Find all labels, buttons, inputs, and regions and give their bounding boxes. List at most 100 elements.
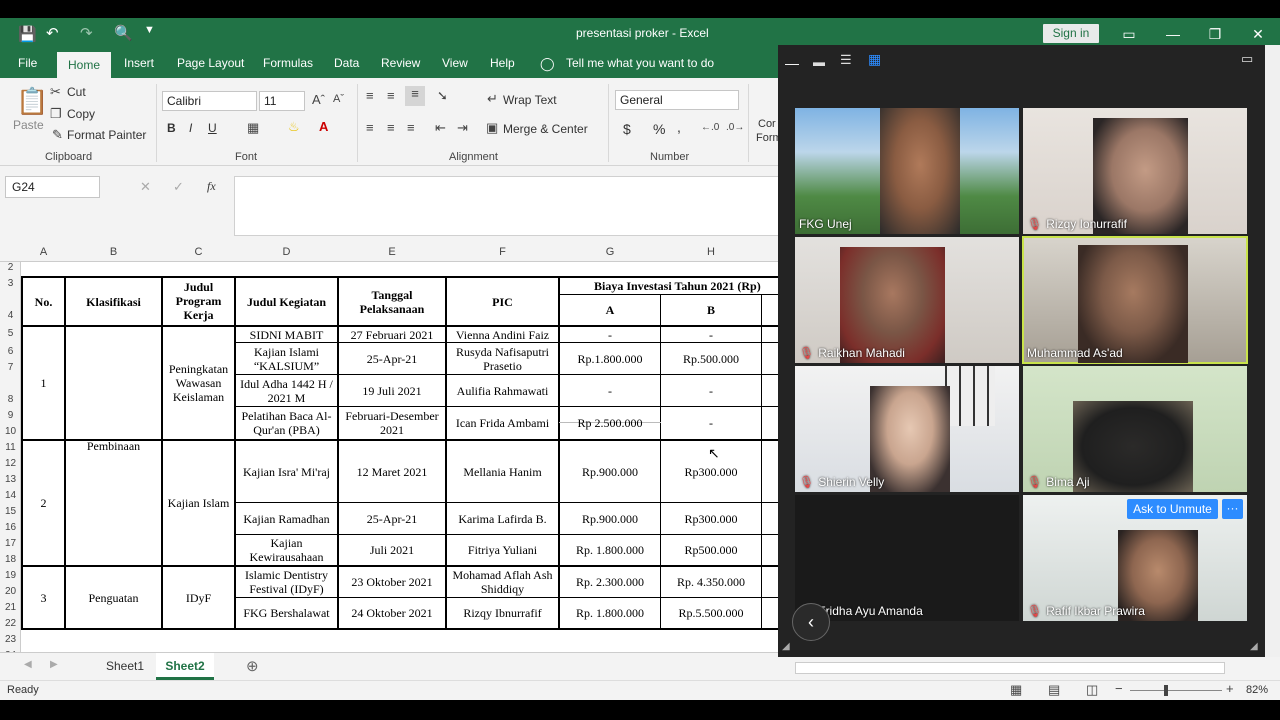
pic-cell[interactable]: Rizqy Ibnurrafif bbox=[447, 598, 558, 628]
tab-formulas[interactable]: Formulas bbox=[263, 56, 313, 70]
zoom-level[interactable]: 82% bbox=[1246, 684, 1268, 696]
biaya-b-cell[interactable]: Rp.500.000 bbox=[661, 343, 761, 374]
cancel-entry-icon[interactable]: ✕ bbox=[140, 179, 151, 195]
kegiatan-cell[interactable]: Kajian Isra' Mi'raj bbox=[236, 441, 337, 502]
kegiatan-cell[interactable]: Kajian Islami “KALSIUM” bbox=[236, 343, 337, 374]
kegiatan-cell[interactable]: Pelatihan Baca Al-Qur'an (PBA) bbox=[236, 407, 337, 439]
align-right-icon[interactable]: ≡ bbox=[407, 120, 415, 135]
align-middle-icon[interactable]: ≡ bbox=[387, 88, 395, 103]
biaya-a-cell[interactable]: Rp 2.500.000 bbox=[575, 407, 645, 439]
align-left-icon[interactable]: ≡ bbox=[366, 120, 374, 135]
row-header[interactable]: 17 bbox=[0, 538, 21, 549]
comma-button[interactable]: , bbox=[677, 119, 681, 135]
ribbon-display-icon[interactable]: ▭ bbox=[1116, 24, 1142, 44]
pic-cell[interactable]: Mohamad Aflah Ash Shiddiqy bbox=[447, 567, 558, 597]
header-a[interactable]: A bbox=[560, 295, 660, 325]
row-header[interactable]: 4 bbox=[0, 310, 21, 321]
row-header[interactable]: 22 bbox=[0, 618, 21, 629]
tab-data[interactable]: Data bbox=[334, 56, 359, 70]
redo-icon[interactable]: ↷ bbox=[80, 24, 93, 42]
tab-home[interactable]: Home bbox=[57, 52, 111, 78]
sheet-tab-sheet2[interactable]: Sheet2 bbox=[156, 653, 214, 680]
fill-color-icon[interactable]: ♨ bbox=[288, 119, 300, 135]
worksheet-grid[interactable]: A B C D E F G H 2 3 4 5 6 7 8 9 10 11 12… bbox=[0, 242, 780, 652]
biaya-a-cell[interactable]: - bbox=[560, 375, 660, 406]
increase-font-icon[interactable]: Aˆ bbox=[312, 92, 325, 107]
biaya-a-cell[interactable]: - bbox=[560, 327, 660, 342]
pic-cell[interactable]: Karima Lafirda B. bbox=[447, 503, 558, 534]
exit-minimized-icon[interactable]: ▭ bbox=[1241, 51, 1253, 67]
tanggal-cell[interactable]: 24 Oktober 2021 bbox=[339, 598, 445, 628]
biaya-a-cell[interactable]: Rp.900.000 bbox=[560, 503, 660, 534]
tanggal-cell[interactable]: Februari-Desember 2021 bbox=[339, 407, 445, 439]
column-header-c[interactable]: C bbox=[162, 246, 235, 258]
row-header[interactable]: 7 bbox=[0, 362, 21, 373]
resize-handle-icon[interactable]: ◢ bbox=[782, 641, 790, 652]
participant-video[interactable]: 🎙 Bima Aji bbox=[1023, 366, 1247, 492]
page-break-view-icon[interactable]: ◫ bbox=[1086, 682, 1098, 698]
header-no[interactable]: No. bbox=[23, 278, 64, 325]
no-cell[interactable]: 2 bbox=[23, 441, 64, 565]
tell-me-search[interactable]: Tell me what you want to do bbox=[566, 56, 714, 70]
klasifikasi-cell[interactable]: Penguatan bbox=[66, 567, 161, 628]
more-options-button[interactable]: ··· bbox=[1222, 499, 1243, 519]
row-header[interactable]: 3 bbox=[0, 278, 21, 289]
formula-input[interactable] bbox=[234, 176, 780, 236]
tanggal-cell[interactable]: 25-Apr-21 bbox=[339, 343, 445, 374]
pic-cell[interactable]: Aulifia Rahmawati bbox=[447, 375, 558, 406]
participant-video-off[interactable]: 🎙Fridha Ayu Amanda bbox=[795, 495, 1019, 621]
row-header[interactable]: 2 bbox=[0, 262, 21, 273]
header-judul-kegiatan[interactable]: Judul Kegiatan bbox=[236, 278, 337, 325]
page-layout-view-icon[interactable]: ▤ bbox=[1048, 682, 1060, 698]
format-painter-button[interactable]: Format Painter bbox=[67, 128, 146, 142]
biaya-b-cell[interactable]: Rp. 4.350.000 bbox=[661, 567, 761, 597]
customize-toolbar-icon[interactable]: ▼ bbox=[144, 24, 155, 36]
tab-view[interactable]: View bbox=[442, 56, 468, 70]
column-header-d[interactable]: D bbox=[235, 246, 338, 258]
klasifikasi-cell[interactable]: Pembinaan bbox=[66, 327, 161, 565]
confirm-entry-icon[interactable]: ✓ bbox=[173, 179, 184, 195]
participant-video[interactable]: 🎙 Raikhan Mahadi bbox=[795, 237, 1019, 363]
biaya-b-cell[interactable]: Rp.5.500.000 bbox=[661, 598, 761, 628]
font-size-select[interactable]: 11 bbox=[259, 91, 305, 111]
add-sheet-icon[interactable]: ⊕ bbox=[246, 657, 259, 675]
biaya-a-cell[interactable]: Rp. 1.800.000 bbox=[560, 535, 660, 565]
pic-cell[interactable]: Vienna Andini Faiz bbox=[447, 327, 558, 342]
orientation-icon[interactable]: ➘ bbox=[437, 88, 448, 104]
row-header[interactable]: 18 bbox=[0, 554, 21, 565]
scroll-right-icon[interactable]: ▶ bbox=[50, 659, 58, 670]
wrap-text-button[interactable]: Wrap Text bbox=[503, 93, 557, 107]
column-header-f[interactable]: F bbox=[446, 246, 559, 258]
tab-file[interactable]: File bbox=[18, 56, 37, 70]
row-header[interactable]: 10 bbox=[0, 426, 21, 437]
kegiatan-cell[interactable]: Idul Adha 1442 H / 2021 M bbox=[236, 375, 337, 406]
normal-view-icon[interactable]: ▦ bbox=[1010, 682, 1022, 698]
percent-button[interactable]: % bbox=[653, 121, 665, 137]
biaya-b-cell[interactable]: Rp300.000 bbox=[661, 503, 761, 534]
tanggal-cell[interactable]: Juli 2021 bbox=[339, 535, 445, 565]
column-header-g[interactable]: G bbox=[559, 246, 661, 258]
row-header[interactable]: 11 bbox=[0, 442, 21, 453]
row-header[interactable]: 6 bbox=[0, 346, 21, 357]
kegiatan-cell[interactable]: Islamic Dentistry Festival (IDyF) bbox=[236, 567, 337, 597]
kegiatan-cell[interactable]: Kajian Kewirausahaan bbox=[236, 535, 337, 565]
participant-video[interactable]: 🎙 Rizqy Ionurrafif bbox=[1023, 108, 1247, 234]
decrease-decimal-icon[interactable]: .0→ bbox=[726, 122, 744, 133]
font-name-select[interactable]: Calibri bbox=[162, 91, 257, 111]
close-button[interactable]: ✕ bbox=[1245, 24, 1271, 44]
speaker-view-icon[interactable]: ▬ bbox=[813, 55, 825, 69]
biaya-b-cell[interactable]: - bbox=[661, 407, 761, 439]
biaya-a-cell[interactable]: Rp.900.000 bbox=[560, 441, 660, 502]
tab-help[interactable]: Help bbox=[490, 56, 515, 70]
header-biaya[interactable]: Biaya Investasi Tahun 2021 (Rp) bbox=[560, 278, 780, 294]
conditional-formatting-button[interactable]: Cor bbox=[758, 118, 776, 130]
insert-function-button[interactable]: fx bbox=[207, 179, 216, 194]
bold-button[interactable]: B bbox=[167, 121, 176, 135]
tab-review[interactable]: Review bbox=[381, 56, 420, 70]
row-header[interactable]: 8 bbox=[0, 394, 21, 405]
kegiatan-cell[interactable]: Kajian Ramadhan bbox=[236, 503, 337, 534]
minimize-button[interactable]: — bbox=[1160, 24, 1186, 44]
column-header-h[interactable]: H bbox=[661, 246, 761, 258]
kegiatan-cell[interactable]: SIDNI MABIT bbox=[236, 327, 337, 342]
ask-to-unmute-button[interactable]: Ask to Unmute bbox=[1127, 499, 1218, 519]
